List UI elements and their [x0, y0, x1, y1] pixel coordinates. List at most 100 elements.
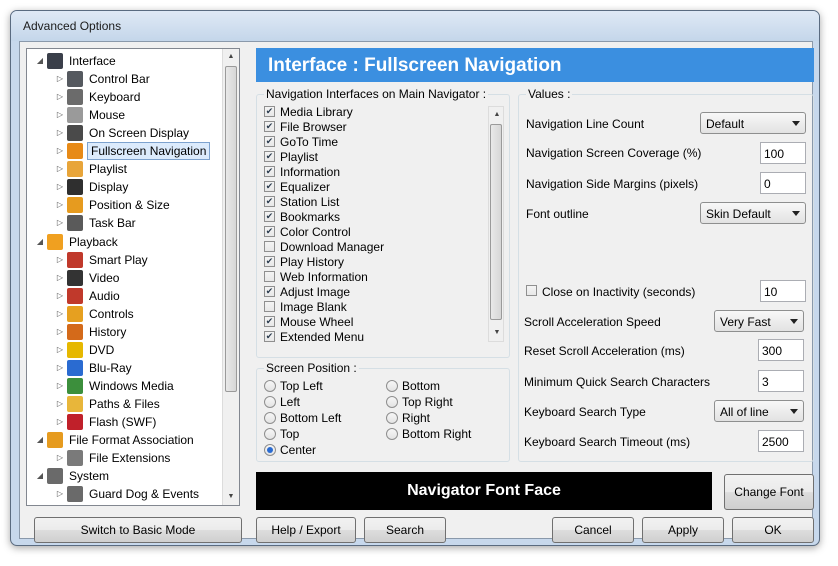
- collapsed-arrow-icon[interactable]: ▷: [55, 272, 65, 284]
- collapsed-arrow-icon[interactable]: ▷: [55, 416, 65, 428]
- collapsed-arrow-icon[interactable]: ▷: [55, 308, 65, 320]
- flash-icon: [67, 414, 83, 430]
- radio-button[interactable]: [264, 444, 276, 456]
- checkbox[interactable]: ✔: [264, 211, 275, 222]
- position-icon: [67, 197, 83, 213]
- search-timeout-input[interactable]: 2500: [758, 430, 804, 452]
- scroll-up-arrow-icon[interactable]: ▲: [489, 107, 505, 123]
- search-type-select[interactable]: All of line: [714, 400, 804, 422]
- checkbox[interactable]: ✔: [264, 226, 275, 237]
- collapsed-arrow-icon[interactable]: ▷: [55, 127, 65, 139]
- navigation-interfaces-list[interactable]: ✔ Media Library ✔ File Browser ✔ GoTo Time ✔ Pl…: [264, 105, 488, 353]
- close-inactivity-input[interactable]: 10: [760, 280, 806, 302]
- checkbox[interactable]: ✔: [264, 166, 275, 177]
- checkbox-label: Station List: [280, 195, 340, 209]
- tree-scroll-thumb[interactable]: [225, 66, 237, 392]
- radio-button[interactable]: [386, 428, 398, 440]
- collapsed-arrow-icon[interactable]: ▷: [55, 145, 65, 157]
- collapsed-arrow-icon[interactable]: ▷: [55, 326, 65, 338]
- collapsed-arrow-icon[interactable]: ▷: [55, 488, 65, 500]
- checkbox[interactable]: ✔: [264, 196, 275, 207]
- collapsed-arrow-icon[interactable]: ▷: [55, 199, 65, 211]
- radio-button[interactable]: [264, 396, 276, 408]
- radio-label[interactable]: Bottom: [402, 379, 440, 393]
- radio-label[interactable]: Top Right: [402, 395, 453, 409]
- tree-item-label: File Format Association: [69, 433, 194, 447]
- nav-line-count-select[interactable]: Default: [700, 112, 806, 134]
- collapsed-arrow-icon[interactable]: ▷: [55, 344, 65, 356]
- font-outline-select[interactable]: Skin Default: [700, 202, 806, 224]
- cancel-button[interactable]: Cancel: [552, 517, 634, 543]
- collapsed-arrow-icon[interactable]: ▷: [55, 73, 65, 85]
- radio-button[interactable]: [386, 396, 398, 408]
- switch-basic-mode-button[interactable]: Switch to Basic Mode: [34, 517, 242, 543]
- scroll-up-arrow-icon[interactable]: ▲: [223, 49, 239, 65]
- collapsed-arrow-icon[interactable]: ▷: [55, 109, 65, 121]
- checkbox[interactable]: ✔: [264, 136, 275, 147]
- checkbox[interactable]: ✔: [264, 106, 275, 117]
- checkbox[interactable]: [264, 301, 275, 312]
- checkbox[interactable]: ✔: [264, 151, 275, 162]
- collapsed-arrow-icon[interactable]: ▷: [55, 217, 65, 229]
- collapsed-arrow-icon[interactable]: ▷: [55, 398, 65, 410]
- search-button[interactable]: Search: [364, 517, 446, 543]
- radio-label[interactable]: Bottom Left: [280, 411, 341, 425]
- collapsed-arrow-icon[interactable]: ▷: [55, 254, 65, 266]
- collapsed-arrow-icon[interactable]: ▷: [55, 163, 65, 175]
- tree-item-label: Flash (SWF): [89, 415, 157, 429]
- collapsed-arrow-icon[interactable]: ▷: [55, 452, 65, 464]
- radio-button[interactable]: [264, 412, 276, 424]
- radio-label[interactable]: Top: [280, 427, 299, 441]
- expanded-arrow-icon[interactable]: ◢: [35, 470, 45, 482]
- radio-label[interactable]: Center: [280, 443, 316, 457]
- radio-button[interactable]: [386, 380, 398, 392]
- help-export-button[interactable]: Help / Export: [256, 517, 356, 543]
- radio-label[interactable]: Bottom Right: [402, 427, 471, 441]
- checkbox[interactable]: [264, 271, 275, 282]
- collapsed-arrow-icon[interactable]: ▷: [55, 181, 65, 193]
- min-search-chars-input[interactable]: 3: [758, 370, 804, 392]
- tree-item-label: Blu-Ray: [89, 361, 132, 375]
- options-tree[interactable]: ◢ Interface ▷ Control Bar ▷ Keyboard ▷ Mouse ▷ On…: [26, 48, 240, 506]
- checkbox[interactable]: ✔: [264, 286, 275, 297]
- checkbox-label: Equalizer: [280, 180, 331, 194]
- scroll-down-arrow-icon[interactable]: ▼: [489, 325, 505, 341]
- radio-label[interactable]: Top Left: [280, 379, 323, 393]
- expanded-arrow-icon[interactable]: ◢: [35, 434, 45, 446]
- radio-button[interactable]: [386, 412, 398, 424]
- osd-icon: [67, 125, 83, 141]
- radio-button[interactable]: [264, 380, 276, 392]
- radio-label[interactable]: Right: [402, 411, 430, 425]
- coverage-input[interactable]: 100: [760, 142, 806, 164]
- tree-item-label: History: [89, 325, 127, 339]
- scroll-down-arrow-icon[interactable]: ▼: [223, 489, 239, 505]
- checkbox[interactable]: ✔: [264, 256, 275, 267]
- radio-button[interactable]: [264, 428, 276, 440]
- checkbox-label: Web Information: [280, 270, 368, 284]
- navigation-interfaces-title: Navigation Interfaces on Main Navigator …: [264, 87, 489, 101]
- collapsed-arrow-icon[interactable]: ▷: [55, 290, 65, 302]
- collapsed-arrow-icon[interactable]: ▷: [55, 380, 65, 392]
- change-font-button[interactable]: Change Font: [724, 474, 814, 510]
- collapsed-arrow-icon[interactable]: ▷: [55, 362, 65, 374]
- page-title: Interface : Fullscreen Navigation: [256, 48, 814, 82]
- expanded-arrow-icon[interactable]: ◢: [35, 55, 45, 67]
- ok-button[interactable]: OK: [732, 517, 814, 543]
- expanded-arrow-icon[interactable]: ◢: [35, 236, 45, 248]
- checkbox[interactable]: ✔: [264, 316, 275, 327]
- apply-button[interactable]: Apply: [642, 517, 724, 543]
- scroll-speed-select[interactable]: Very Fast: [714, 310, 804, 332]
- tree-scrollbar[interactable]: ▲ ▼: [222, 49, 239, 505]
- checkbox[interactable]: ✔: [264, 121, 275, 132]
- side-margins-input[interactable]: 0: [760, 172, 806, 194]
- checkbox[interactable]: ✔: [264, 181, 275, 192]
- collapsed-arrow-icon[interactable]: ▷: [55, 91, 65, 103]
- nav-list-scroll-thumb[interactable]: [490, 124, 502, 320]
- checkbox[interactable]: ✔: [264, 331, 275, 342]
- close-inactivity-checkbox[interactable]: [526, 285, 537, 296]
- radio-label[interactable]: Left: [280, 395, 300, 409]
- checkbox[interactable]: [264, 241, 275, 252]
- title-bar[interactable]: Advanced Options: [11, 11, 819, 41]
- nav-list-scrollbar[interactable]: ▲ ▼: [488, 106, 504, 342]
- reset-scroll-input[interactable]: 300: [758, 339, 804, 361]
